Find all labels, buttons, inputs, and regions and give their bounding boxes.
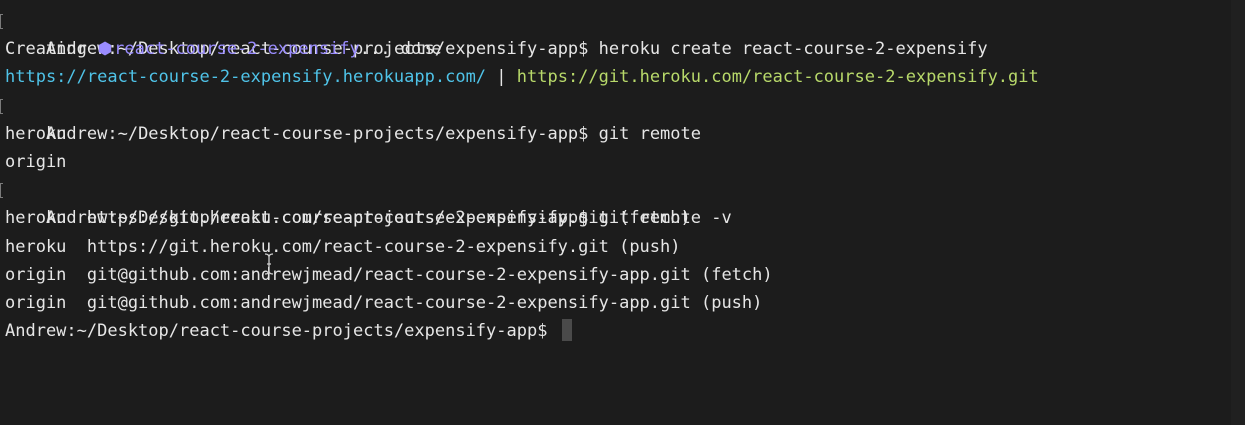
terminal-line-current-prompt[interactable]: Andrew:~/Desktop/react-course-projects/e…: [0, 317, 1245, 345]
terminal-line-output: origin: [0, 148, 1245, 176]
terminal-line-prompt: Andrew:~/Desktop/react-course-projects/e…: [0, 92, 1245, 144]
output-text: origin: [5, 151, 67, 172]
terminal-window[interactable]: Andrew:~/Desktop/react-course-projects/e…: [0, 0, 1245, 425]
output-text: ... done: [359, 39, 442, 60]
output-text: heroku https://git.heroku.com/react-cour…: [5, 236, 681, 257]
output-text: heroku https://git.heroku.com/react-cour…: [5, 208, 691, 229]
output-text: heroku: [5, 123, 67, 144]
mark-indicator: [0, 98, 3, 114]
terminal-line-output: origin git@github.com:andrewjmead/react-…: [0, 261, 1245, 289]
terminal-line-output: origin git@github.com:andrewjmead/react-…: [0, 289, 1245, 317]
output-text: Creating: [5, 39, 98, 60]
window-edge: [1231, 0, 1245, 425]
hexagon-icon: [98, 41, 112, 56]
terminal-line-output: heroku https://git.heroku.com/react-cour…: [0, 233, 1245, 261]
output-text: origin git@github.com:andrewjmead/react-…: [5, 264, 773, 285]
url-separator: |: [486, 67, 517, 88]
terminal-line-output: heroku https://git.heroku.com/react-cour…: [0, 204, 1245, 232]
output-text: origin git@github.com:andrewjmead/react-…: [5, 292, 763, 313]
prompt-text: Andrew:~/Desktop/react-course-projects/e…: [5, 321, 548, 342]
terminal-line-prompt: Andrew:~/Desktop/react-course-projects/e…: [0, 7, 1245, 59]
mark-indicator: [0, 183, 3, 199]
terminal-line-prompt: Andrew:~/Desktop/react-course-projects/e…: [0, 176, 1245, 228]
terminal-line-output: heroku: [0, 120, 1245, 148]
app-git-url[interactable]: https://git.heroku.com/react-course-2-ex…: [517, 67, 1039, 87]
heroku-app-name: react-course-2-expensify: [114, 39, 360, 60]
command-input[interactable]: [547, 321, 557, 341]
mark-indicator: [0, 14, 3, 29]
block-cursor: [561, 319, 572, 342]
terminal-line-output: Creating react-course-2-expensify... don…: [0, 35, 1245, 63]
terminal-line-urls: https://react-course-2-expensify.herokua…: [0, 63, 1245, 91]
i-beam-cursor-icon: [264, 253, 274, 275]
app-web-url[interactable]: https://react-course-2-expensify.herokua…: [5, 67, 486, 87]
